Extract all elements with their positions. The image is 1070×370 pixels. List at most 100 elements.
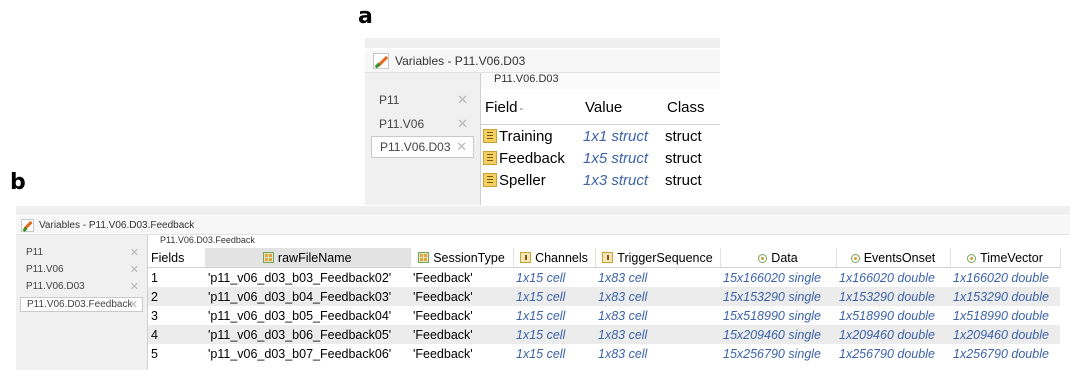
events-onset-value[interactable]: 1x256790 double [836, 344, 950, 363]
events-onset-value[interactable]: 1x166020 double [836, 268, 950, 288]
channels-value[interactable]: 1x15 cell [513, 325, 595, 344]
window-title-bar[interactable]: Variables - P11.V06.D03 [365, 50, 720, 73]
field-name: Training [499, 127, 553, 145]
tab-p11-v06-d03[interactable]: P11.V06.D03 ✕ [20, 279, 143, 294]
raw-file-name: 'p11_v06_d03_b07_Feedback06' [208, 346, 392, 361]
field-value[interactable]: 1x1 struct [581, 125, 663, 148]
row-index: 2 [148, 287, 205, 306]
struct-array-table: Fields rawFileName SessionType Channels … [148, 248, 1061, 363]
row-index: 5 [151, 346, 158, 361]
table-row[interactable]: 3 'p11_v06_d03_b05_Feedback04' 'Feedback' 1… [148, 306, 1060, 325]
tab-label: P11.V06 [26, 264, 64, 275]
tab-label: P11.V06 [379, 117, 425, 131]
struct-field-icon [483, 172, 497, 187]
trigger-sequence-value[interactable]: 1x83 cell [595, 268, 720, 288]
table-row[interactable]: 2'p11_v06_d03_b04_Feedback03' 'Feedback' 1… [148, 287, 1060, 306]
variable-editor-icon [373, 53, 389, 69]
tab-label: P11 [379, 93, 400, 107]
column-header-field[interactable]: Field - [481, 90, 581, 125]
panel-label-a: a [358, 4, 373, 29]
events-onset-value[interactable]: 1x153290 double [836, 287, 950, 306]
time-vector-value[interactable]: 1x518990 double [950, 306, 1060, 325]
trigger-sequence-value[interactable]: 1x83 cell [595, 325, 720, 344]
variables-window-a: Variables - P11.V06.D03 P11 ✕ P11.V06 ✕ … [365, 38, 720, 205]
column-header-fields[interactable]: Fields [148, 248, 205, 268]
raw-file-name: 'p11_v06_d03_b06_Feedback05' [205, 325, 410, 344]
data-value[interactable]: 15x153290 single [720, 287, 836, 306]
data-value[interactable]: 15x166020 single [720, 268, 836, 288]
data-value[interactable]: 15x209460 single [720, 325, 836, 344]
channels-value[interactable]: 1x15 cell [513, 344, 595, 363]
column-header-channels[interactable]: Channels [513, 248, 596, 268]
window-title: Variables - P11.V06.D03.Feedback [39, 219, 195, 231]
tab-p11[interactable]: P11 ✕ [20, 245, 143, 260]
table-row[interactable]: Training 1x1 struct struct [481, 125, 720, 148]
row-index: 3 [151, 308, 158, 323]
struct-field-icon [483, 150, 497, 165]
session-type: 'Feedback' [413, 308, 473, 323]
trigger-sequence-value[interactable]: 1x83 cell [595, 287, 720, 306]
close-icon[interactable]: ✕ [456, 139, 467, 155]
column-header-rawfilename[interactable]: rawFileName [205, 248, 411, 268]
window-title-bar[interactable]: Variables - P11.V06.D03.Feedback [16, 216, 1070, 235]
variable-path: P11.V06.D03.Feedback [160, 235, 255, 245]
column-header-timevector[interactable]: TimeVector [950, 248, 1061, 268]
tab-label: P11.V06.D03 [380, 140, 451, 154]
tab-label: P11 [26, 247, 44, 258]
struct-fields-table: Field - Value Class Training 1x1 struct s… [481, 90, 720, 191]
field-value[interactable]: 1x5 struct [581, 147, 663, 169]
numeric-icon [758, 253, 768, 263]
tab-p11[interactable]: P11 ✕ [371, 89, 474, 111]
close-icon[interactable]: ✕ [457, 92, 468, 108]
variable-tabs-sidebar: P11 ✕ P11.V06 ✕ P11.V06.D03 ✕ P11.V06.D0… [16, 235, 148, 370]
close-icon[interactable]: ✕ [130, 280, 139, 293]
channels-value[interactable]: 1x15 cell [513, 306, 595, 325]
close-icon[interactable]: ✕ [130, 246, 139, 259]
session-type: 'Feedback' [410, 325, 513, 344]
column-header-triggersequence[interactable]: TriggerSequence [595, 248, 721, 268]
channels-value[interactable]: 1x15 cell [513, 268, 595, 288]
time-vector-value[interactable]: 1x256790 double [950, 344, 1060, 363]
cell-icon [602, 251, 614, 263]
close-icon[interactable]: ✕ [129, 298, 138, 311]
cell-icon [520, 251, 532, 263]
tab-p11-v06-d03[interactable]: P11.V06.D03 ✕ [371, 136, 474, 158]
field-value[interactable]: 1x3 struct [581, 169, 663, 191]
close-icon[interactable]: ✕ [130, 263, 139, 276]
data-value[interactable]: 15x256790 single [720, 344, 836, 363]
tab-p11-v06-d03-feedback[interactable]: P11.V06.D03.Feedback ✕ [20, 297, 143, 312]
numeric-icon [850, 253, 860, 263]
raw-file-name: 'p11_v06_d03_b05_Feedback04' [208, 308, 392, 323]
tab-label: P11.V06.D03 [26, 281, 85, 292]
column-header-data[interactable]: Data [720, 248, 837, 268]
table-row[interactable]: Feedback 1x5 struct struct [481, 147, 720, 169]
events-onset-value[interactable]: 1x209460 double [836, 325, 950, 344]
close-icon[interactable]: ✕ [457, 116, 468, 132]
column-header-class[interactable]: Class [663, 90, 720, 125]
numeric-icon [967, 253, 977, 263]
trigger-sequence-value[interactable]: 1x83 cell [595, 306, 720, 325]
column-header-value[interactable]: Value [581, 90, 663, 125]
session-type: 'Feedback' [413, 346, 473, 361]
events-onset-value[interactable]: 1x518990 double [836, 306, 950, 325]
tab-p11-v06[interactable]: P11.V06 ✕ [371, 113, 474, 135]
table-row[interactable]: 4'p11_v06_d03_b06_Feedback05' 'Feedback' 1… [148, 325, 1060, 344]
table-row[interactable]: Speller 1x3 struct struct [481, 169, 720, 191]
trigger-sequence-value[interactable]: 1x83 cell [595, 344, 720, 363]
time-vector-value[interactable]: 1x166020 double [950, 268, 1060, 288]
data-value[interactable]: 15x518990 single [720, 306, 836, 325]
column-header-sessiontype[interactable]: SessionType [410, 248, 514, 268]
channels-value[interactable]: 1x15 cell [513, 287, 595, 306]
field-class: struct [665, 171, 702, 189]
tab-p11-v06[interactable]: P11.V06 ✕ [20, 262, 143, 277]
time-vector-value[interactable]: 1x153290 double [950, 287, 1060, 306]
time-vector-value[interactable]: 1x209460 double [950, 325, 1060, 344]
sort-marker: - [519, 102, 524, 115]
column-header-eventsonset[interactable]: EventsOnset [836, 248, 951, 268]
table-row[interactable]: 5 'p11_v06_d03_b07_Feedback06' 'Feedback' 1… [148, 344, 1060, 363]
window-top-strip [365, 38, 720, 48]
table-row[interactable]: 1 'p11_v06_d03_b03_Feedback02' 'Feedback' 1… [148, 268, 1060, 288]
table-icon [262, 251, 274, 263]
field-class: struct [665, 127, 702, 145]
row-index: 1 [151, 270, 158, 285]
